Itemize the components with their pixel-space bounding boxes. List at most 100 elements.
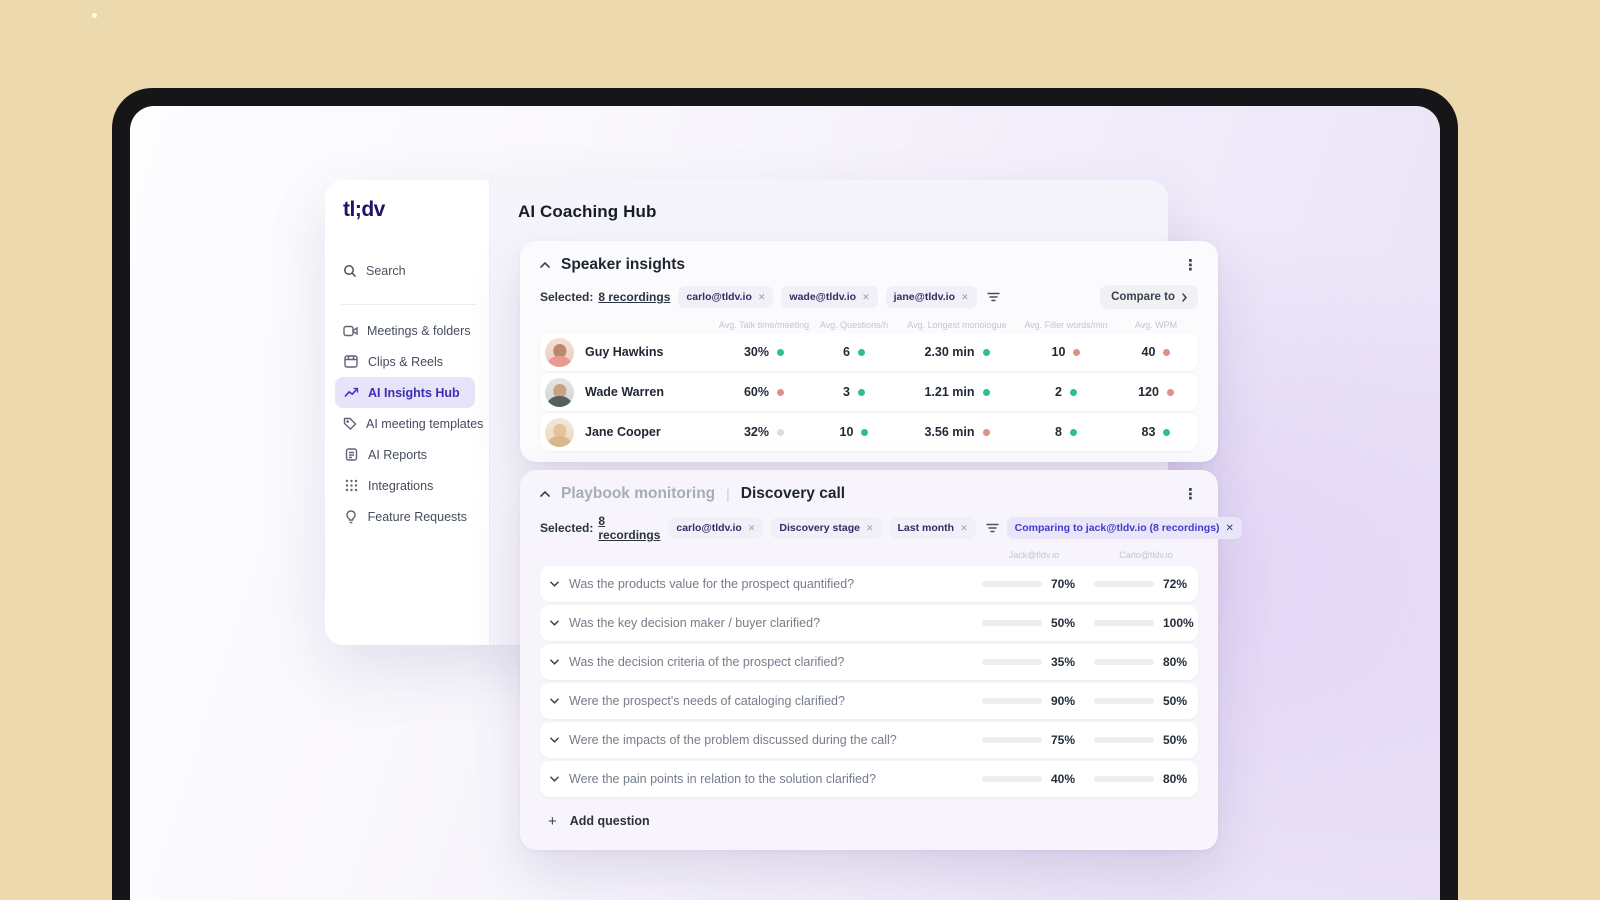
status-dot <box>1073 348 1081 356</box>
question-text: Were the pain points in relation to the … <box>569 772 876 786</box>
sidebar-item-label: Feature Requests <box>367 509 467 524</box>
question-text: Was the products value for the prospect … <box>569 577 855 591</box>
speaker-table-header: Avg. Talk time/meeting Avg. Questions/h … <box>718 319 1178 330</box>
question-row[interactable]: Was the decision criteria of the prospec… <box>540 644 1198 680</box>
kebab-menu-icon[interactable]: ⋮ <box>1183 258 1198 273</box>
close-icon[interactable]: ✕ <box>961 292 969 303</box>
speaker-row[interactable]: Wade Warren 60% 3 1.21 min 2 120 <box>540 373 1198 411</box>
chevron-down-icon[interactable] <box>550 659 559 665</box>
close-icon[interactable]: ✕ <box>866 523 874 534</box>
grid-dots-icon <box>343 479 359 492</box>
status-dot <box>861 428 869 436</box>
status-dot <box>982 388 990 396</box>
chevron-down-icon[interactable] <box>550 698 559 704</box>
background-speck <box>92 13 97 18</box>
speaker-row[interactable]: Guy Hawkins 30% 6 2.30 min 10 40 <box>540 333 1198 371</box>
progress-bar: 100% <box>1094 616 1198 630</box>
status-dot <box>1163 348 1171 356</box>
chevron-down-icon[interactable] <box>550 581 559 587</box>
collapse-chevron-up-icon[interactable] <box>540 491 550 497</box>
report-icon <box>343 448 359 461</box>
filter-chip[interactable]: carlo@tldv.io ✕ <box>668 517 764 539</box>
status-dot <box>857 388 865 396</box>
trend-line-icon <box>343 387 359 398</box>
avatar <box>545 337 574 367</box>
sidebar-item-ai-meeting-templates[interactable]: AI meeting templates <box>335 408 483 439</box>
sidebar-item-label: AI Insights Hub <box>368 385 460 400</box>
chevron-down-icon[interactable] <box>550 737 559 743</box>
selected-label: Selected: <box>540 290 594 304</box>
sidebar-item-ai-insights-hub[interactable]: AI Insights Hub <box>335 377 475 408</box>
progress-bar: 80% <box>1094 772 1198 786</box>
question-row[interactable]: Were the pain points in relation to the … <box>540 761 1198 797</box>
filter-chip[interactable]: jane@tldv.io ✕ <box>885 286 977 308</box>
progress-bar: 50% <box>982 616 1086 630</box>
desktop-background: tl;dv Search Meetings & folders Clips & … <box>0 0 1600 900</box>
filter-chip[interactable]: wade@tldv.io ✕ <box>781 286 878 308</box>
progress-bar: 80% <box>1094 655 1198 669</box>
selected-recordings-link[interactable]: 8 recordings <box>598 514 660 542</box>
progress-bar: 90% <box>982 694 1086 708</box>
selected-recordings-link[interactable]: 8 recordings <box>598 290 670 304</box>
page-title: AI Coaching Hub <box>518 202 657 221</box>
progress-bar: 72% <box>1094 577 1198 591</box>
filter-chip[interactable]: Discovery stage ✕ <box>771 517 882 539</box>
chevron-down-icon[interactable] <box>550 776 559 782</box>
status-dot <box>1166 388 1174 396</box>
close-icon[interactable]: ✕ <box>758 292 766 303</box>
question-row[interactable]: Were the prospect's needs of cataloging … <box>540 683 1198 719</box>
card-title: Speaker insights <box>561 256 686 273</box>
filter-icon[interactable] <box>986 292 1000 302</box>
sidebar-item-integrations[interactable]: Integrations <box>335 470 475 501</box>
question-row[interactable]: Was the key decision maker / buyer clari… <box>540 605 1198 641</box>
status-dot <box>777 388 785 396</box>
plus-icon: + <box>548 812 557 830</box>
sidebar-item-meetings-folders[interactable]: Meetings & folders <box>335 315 475 346</box>
laptop-frame: tl;dv Search Meetings & folders Clips & … <box>112 88 1458 900</box>
sidebar-item-label: Clips & Reels <box>368 354 444 369</box>
sidebar-item-ai-reports[interactable]: AI Reports <box>335 439 475 470</box>
close-icon[interactable]: ✕ <box>1226 523 1234 534</box>
filter-chip[interactable]: Last month ✕ <box>889 517 976 539</box>
status-dot <box>857 348 865 356</box>
card-title-muted: Playbook monitoring <box>561 485 716 502</box>
progress-bar: 50% <box>1094 694 1198 708</box>
add-question-button[interactable]: + Add question <box>540 803 1198 839</box>
status-dot <box>1069 428 1077 436</box>
selected-label: Selected: <box>540 521 594 535</box>
playbook-monitoring-card: Playbook monitoring | Discovery call ⋮ S… <box>520 470 1242 850</box>
comparing-to-chip[interactable]: Comparing to jack@tldv.io (8 recordings)… <box>1006 517 1242 539</box>
kebab-menu-icon[interactable]: ⋮ <box>1183 487 1198 502</box>
chevron-down-icon[interactable] <box>550 620 559 626</box>
progress-bar: 75% <box>982 733 1086 747</box>
avatar <box>545 417 574 447</box>
progress-bar: 50% <box>1094 733 1198 747</box>
camera-icon <box>343 325 358 337</box>
sidebar-item-clips-reels[interactable]: Clips & Reels <box>335 346 475 377</box>
chevron-right-icon <box>1182 292 1187 302</box>
question-text: Was the key decision maker / buyer clari… <box>569 616 821 630</box>
filter-icon[interactable] <box>985 523 999 533</box>
question-row[interactable]: Were the impacts of the problem discusse… <box>540 722 1198 758</box>
collapse-chevron-up-icon[interactable] <box>540 262 550 268</box>
question-row[interactable]: Was the products value for the prospect … <box>540 566 1198 602</box>
question-text: Were the impacts of the problem discusse… <box>569 733 897 747</box>
filter-chip[interactable]: carlo@tldv.io ✕ <box>678 286 774 308</box>
progress-bar: 40% <box>982 772 1086 786</box>
playbook-columns-header: Jack@tldv.io Carlo@tldv.io <box>1008 550 1173 560</box>
status-dot <box>1069 388 1077 396</box>
sidebar-divider <box>341 304 477 305</box>
question-text: Were the prospect's needs of cataloging … <box>569 694 845 708</box>
close-icon[interactable]: ✕ <box>862 292 870 303</box>
speaker-row[interactable]: Jane Cooper 32% 10 3.56 min 8 83 <box>540 413 1198 451</box>
status-dot <box>982 348 990 356</box>
status-dot <box>982 428 990 436</box>
progress-bar: 35% <box>982 655 1086 669</box>
search-button[interactable]: Search <box>343 264 475 278</box>
speaker-insights-card: Speaker insights ⋮ Selected: 8 recording… <box>520 241 1218 462</box>
sidebar-item-feature-requests[interactable]: Feature Requests <box>335 501 475 532</box>
compare-to-button[interactable]: Compare to <box>1100 285 1198 309</box>
close-icon[interactable]: ✕ <box>960 523 968 534</box>
close-icon[interactable]: ✕ <box>748 523 756 534</box>
title-separator: | <box>726 486 730 502</box>
